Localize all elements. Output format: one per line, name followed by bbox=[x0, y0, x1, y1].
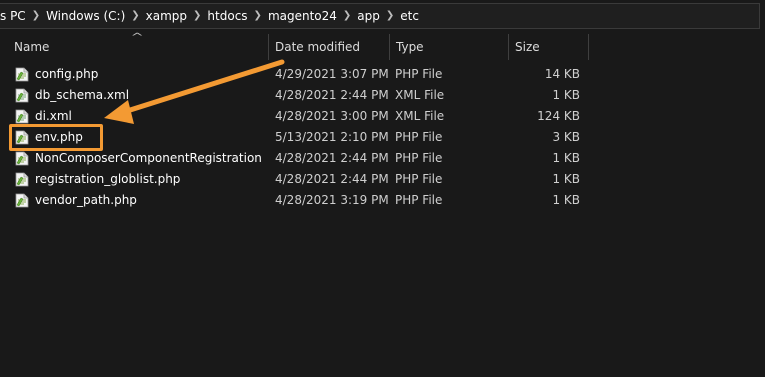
annotation-highlight-box bbox=[9, 124, 103, 151]
file-name: vendor_path.php bbox=[35, 193, 137, 207]
file-size: 1 KB bbox=[552, 172, 580, 186]
file-row[interactable]: registration_globlist.php 4/28/2021 2:44 … bbox=[0, 169, 600, 190]
breadcrumb-item-xampp[interactable]: xampp bbox=[140, 0, 193, 32]
file-date-modified: 4/29/2021 3:07 PM bbox=[275, 67, 389, 81]
file-row[interactable]: db_schema.xml 4/28/2021 2:44 PM XML File 1 … bbox=[0, 85, 600, 106]
file-type: PHP File bbox=[395, 151, 443, 165]
column-divider[interactable] bbox=[268, 34, 269, 60]
file-row[interactable]: config.php 4/29/2021 3:07 PM PHP File 14 KB bbox=[0, 64, 600, 85]
column-header-type[interactable]: Type bbox=[396, 34, 506, 60]
php-file-icon bbox=[15, 67, 29, 82]
file-type: XML File bbox=[395, 88, 445, 102]
chevron-right-icon[interactable]: ❯ bbox=[131, 0, 139, 32]
file-type: PHP File bbox=[395, 172, 443, 186]
file-type: PHP File bbox=[395, 193, 443, 207]
file-date-modified: 5/13/2021 2:10 PM bbox=[275, 130, 389, 144]
file-size: 3 KB bbox=[552, 130, 580, 144]
column-header-name[interactable]: Name bbox=[14, 34, 268, 60]
file-size: 1 KB bbox=[552, 193, 580, 207]
file-name: registration_globlist.php bbox=[35, 172, 181, 186]
file-name: NonComposerComponentRegistration.p... bbox=[35, 151, 263, 165]
column-header-date-modified[interactable]: Date modified bbox=[275, 34, 387, 60]
file-date-modified: 4/28/2021 2:44 PM bbox=[275, 151, 389, 165]
file-size: 14 KB bbox=[544, 67, 580, 81]
chevron-right-icon[interactable]: ❯ bbox=[193, 0, 201, 32]
file-explorer-window: s PC ❯ Windows (C:) ❯ xampp ❯ htdocs ❯ m… bbox=[0, 0, 765, 377]
column-header-row: ^ Name Date modified Type Size bbox=[0, 32, 765, 60]
column-header-size[interactable]: Size bbox=[515, 34, 587, 60]
breadcrumb-item-etc[interactable]: etc bbox=[394, 0, 425, 32]
file-date-modified: 4/28/2021 3:19 PM bbox=[275, 193, 389, 207]
chevron-right-icon[interactable]: ❯ bbox=[343, 0, 351, 32]
column-divider[interactable] bbox=[508, 34, 509, 60]
file-name: db_schema.xml bbox=[35, 88, 130, 102]
chevron-right-icon[interactable]: ❯ bbox=[32, 0, 40, 32]
breadcrumb-item-htdocs[interactable]: htdocs bbox=[201, 0, 253, 32]
file-type: PHP File bbox=[395, 130, 443, 144]
file-size: 124 KB bbox=[537, 109, 580, 123]
chevron-right-icon[interactable]: ❯ bbox=[254, 0, 262, 32]
file-date-modified: 4/28/2021 3:00 PM bbox=[275, 109, 389, 123]
xml-file-icon bbox=[15, 109, 29, 124]
breadcrumb-item-this-pc[interactable]: s PC bbox=[0, 0, 32, 32]
xml-file-icon bbox=[15, 88, 29, 103]
file-date-modified: 4/28/2021 2:44 PM bbox=[275, 88, 389, 102]
breadcrumb-item-magento24[interactable]: magento24 bbox=[262, 0, 343, 32]
column-divider[interactable] bbox=[389, 34, 390, 60]
php-file-icon bbox=[15, 193, 29, 208]
breadcrumb-item-windows-c[interactable]: Windows (C:) bbox=[40, 0, 131, 32]
file-size: 1 KB bbox=[552, 88, 580, 102]
file-row[interactable]: NonComposerComponentRegistration.p... 4/2… bbox=[0, 148, 600, 169]
file-size: 1 KB bbox=[552, 151, 580, 165]
file-type: XML File bbox=[395, 109, 445, 123]
file-row[interactable]: vendor_path.php 4/28/2021 3:19 PM PHP File… bbox=[0, 190, 600, 211]
php-file-icon bbox=[15, 172, 29, 187]
breadcrumb: s PC ❯ Windows (C:) ❯ xampp ❯ htdocs ❯ m… bbox=[0, 0, 425, 32]
file-name: config.php bbox=[35, 67, 99, 81]
php-file-icon bbox=[15, 151, 29, 166]
chevron-right-icon[interactable]: ❯ bbox=[386, 0, 394, 32]
address-bar[interactable]: s PC ❯ Windows (C:) ❯ xampp ❯ htdocs ❯ m… bbox=[0, 0, 765, 32]
file-type: PHP File bbox=[395, 67, 443, 81]
file-date-modified: 4/28/2021 2:44 PM bbox=[275, 172, 389, 186]
column-divider[interactable] bbox=[588, 34, 589, 60]
breadcrumb-item-app[interactable]: app bbox=[351, 0, 386, 32]
